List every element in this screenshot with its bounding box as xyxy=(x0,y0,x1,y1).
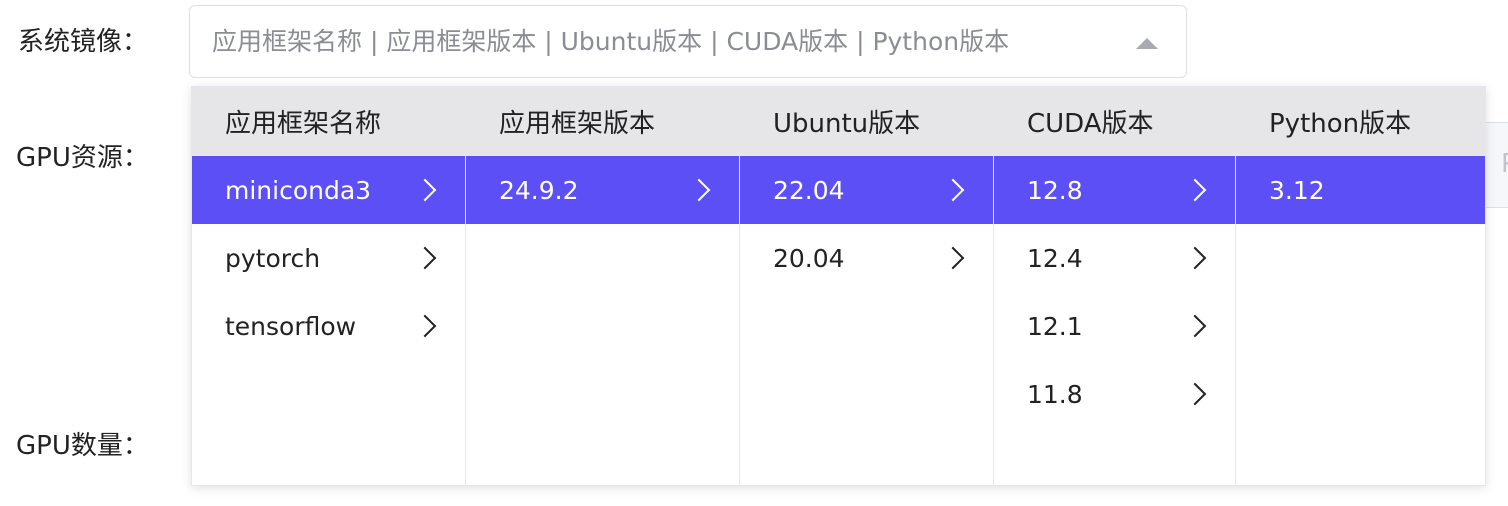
cascader-option[interactable]: pytorch xyxy=(192,224,465,292)
cascader-option-label: tensorflow xyxy=(225,311,357,341)
chevron-right-icon xyxy=(941,246,965,270)
chevron-right-icon xyxy=(687,178,711,202)
cascader-option[interactable]: 22.04 xyxy=(740,156,993,224)
cascader-option[interactable]: tensorflow xyxy=(192,292,465,360)
cascader-option-label: 12.4 xyxy=(1027,243,1083,273)
cascader-option-label: 22.04 xyxy=(773,175,845,205)
cascader-column-python-version: Python版本 3.12 xyxy=(1236,87,1485,485)
cascader-column-cuda-version: CUDA版本 12.8 12.4 12.1 11.8 xyxy=(994,87,1236,485)
cascader-option-label: 3.12 xyxy=(1269,175,1325,205)
cascader-column-framework-name: 应用框架名称 miniconda3 pytorch tensorflow xyxy=(192,87,466,485)
gpu-resource-option-text: P xyxy=(1501,149,1508,179)
cascader-option-label: 20.04 xyxy=(773,243,845,273)
cascader-option-label: 12.1 xyxy=(1027,311,1083,341)
gpu-resource-label: GPU资源： xyxy=(16,143,149,173)
select-placeholder: 应用框架名称 | 应用框架版本 | Ubuntu版本 | CUDA版本 | Py… xyxy=(212,27,1010,56)
chevron-right-icon xyxy=(413,246,437,270)
system-image-label: 系统镜像： xyxy=(18,27,149,57)
chevron-right-icon xyxy=(1183,382,1207,406)
gpu-count-label: GPU数量： xyxy=(16,431,149,461)
cascader-option-label: 11.8 xyxy=(1027,379,1083,409)
cascader-option[interactable]: 3.12 xyxy=(1236,156,1485,224)
cascader-dropdown: 应用框架名称 miniconda3 pytorch tensorflow 应用框架版… xyxy=(191,86,1486,486)
system-image-select[interactable]: 应用框架名称 | 应用框架版本 | Ubuntu版本 | CUDA版本 | Py… xyxy=(189,5,1187,78)
column-header: CUDA版本 xyxy=(994,87,1235,156)
cascader-option[interactable]: miniconda3 xyxy=(192,156,465,224)
cascader-option[interactable]: 11.8 xyxy=(994,360,1235,428)
cascader-option-label: pytorch xyxy=(225,243,321,273)
chevron-right-icon xyxy=(941,178,965,202)
column-header: Python版本 xyxy=(1236,87,1485,156)
column-header: 应用框架版本 xyxy=(466,87,739,156)
column-header: 应用框架名称 xyxy=(192,87,465,156)
column-header: Ubuntu版本 xyxy=(740,87,993,156)
cascader-option[interactable]: 24.9.2 xyxy=(466,156,739,224)
chevron-right-icon xyxy=(1183,246,1207,270)
cascader-option-label: miniconda3 xyxy=(225,175,372,205)
chevron-right-icon xyxy=(413,314,437,338)
chevron-right-icon xyxy=(1183,178,1207,202)
chevron-right-icon xyxy=(413,178,437,202)
cascader-option[interactable]: 12.4 xyxy=(994,224,1235,292)
caret-up-icon[interactable] xyxy=(1136,38,1158,49)
cascader-column-framework-version: 应用框架版本 24.9.2 xyxy=(466,87,740,485)
chevron-right-icon xyxy=(1183,314,1207,338)
cascader-option[interactable]: 12.1 xyxy=(994,292,1235,360)
cascader-option-label: 24.9.2 xyxy=(499,175,579,205)
cascader-option[interactable]: 20.04 xyxy=(740,224,993,292)
cascader-option[interactable]: 12.8 xyxy=(994,156,1235,224)
cascader-option-label: 12.8 xyxy=(1027,175,1083,205)
cascader-column-ubuntu-version: Ubuntu版本 22.04 20.04 xyxy=(740,87,994,485)
